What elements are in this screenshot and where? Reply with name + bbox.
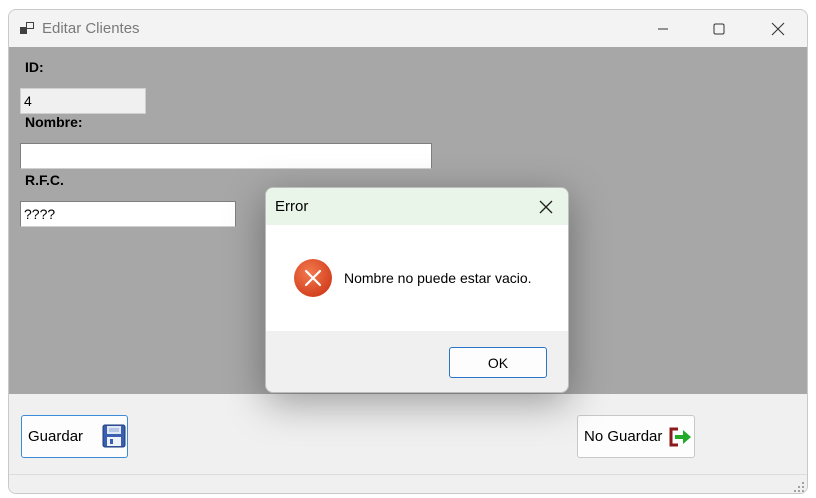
dialog-message: Nombre no puede estar vacio.: [344, 270, 532, 286]
maximize-button[interactable]: [690, 10, 748, 47]
error-dialog: Error Nombre no puede estar vacio. OK: [265, 187, 569, 393]
save-button[interactable]: Guardar: [21, 415, 128, 458]
window-title: Editar Clientes: [42, 20, 140, 37]
error-icon: [294, 259, 332, 297]
dialog-title: Error: [275, 198, 309, 215]
minimize-button[interactable]: [634, 10, 692, 47]
maximize-icon: [713, 23, 725, 34]
nombre-label: Nombre:: [25, 114, 83, 130]
save-button-label: Guardar: [28, 428, 84, 445]
ok-button-label: OK: [487, 354, 509, 371]
id-field[interactable]: [20, 88, 146, 114]
title-bar[interactable]: Editar Clientes: [9, 10, 807, 47]
minimize-icon: [658, 28, 668, 29]
no-save-button-label: No Guardar: [584, 428, 663, 445]
dialog-close-button[interactable]: [524, 188, 568, 225]
floppy-disk-icon: [102, 424, 126, 448]
button-bar: Guardar No Guardar: [9, 394, 807, 493]
rfc-field[interactable]: [20, 201, 236, 227]
status-strip: [9, 474, 807, 475]
dialog-title-bar[interactable]: Error: [266, 188, 568, 225]
app-window-icon: [20, 22, 34, 34]
rfc-label: R.F.C.: [25, 172, 64, 188]
nombre-field[interactable]: [20, 143, 432, 169]
id-label: ID:: [25, 59, 44, 75]
dialog-body: Nombre no puede estar vacio.: [266, 225, 568, 331]
close-icon: [771, 22, 785, 35]
resize-grip-icon[interactable]: [793, 481, 805, 493]
close-window-button[interactable]: [749, 10, 807, 47]
no-save-button[interactable]: No Guardar: [577, 415, 695, 458]
exit-arrow-icon: [669, 427, 691, 447]
ok-button[interactable]: OK: [449, 347, 547, 378]
close-icon: [539, 200, 553, 213]
